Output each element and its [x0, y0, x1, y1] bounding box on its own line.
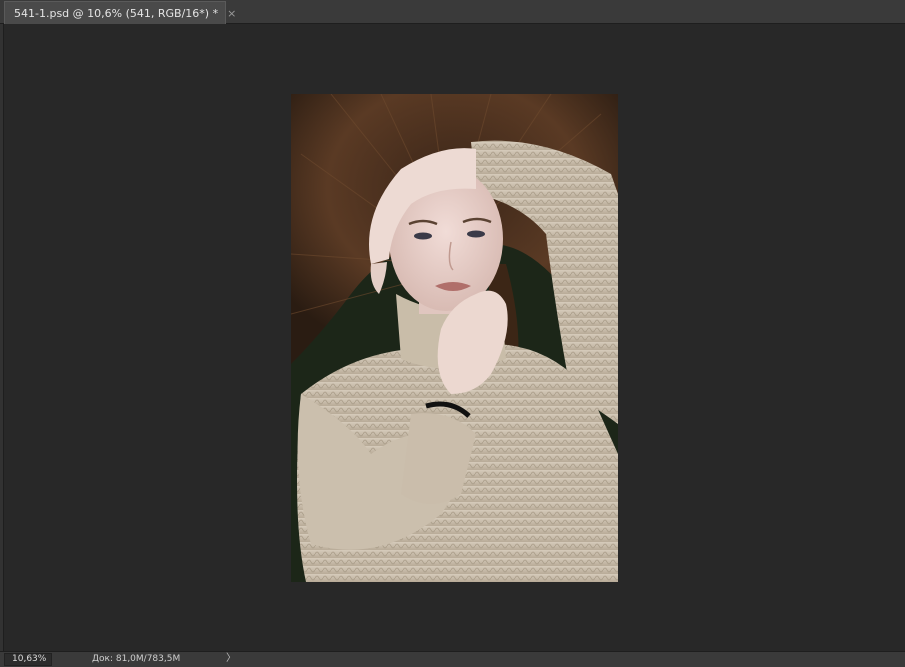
- document-size-info[interactable]: Док: 81,0M/783,5M: [92, 654, 180, 665]
- document-tab-title: 541-1.psd @ 10,6% (541, RGB/16*) *: [14, 6, 219, 20]
- chevron-right-icon[interactable]: 〉: [226, 653, 236, 665]
- canvas-area[interactable]: [4, 24, 905, 651]
- photoshop-window: 541-1.psd @ 10,6% (541, RGB/16*) * × 10,…: [0, 0, 905, 667]
- status-bar: 10,63% Док: 81,0M/783,5M 〉: [0, 651, 905, 667]
- zoom-level-input[interactable]: 10,63%: [4, 653, 52, 666]
- portrait-photo: [291, 94, 618, 582]
- document-canvas[interactable]: [291, 94, 618, 582]
- close-icon[interactable]: ×: [227, 8, 236, 19]
- document-tab-bar: 541-1.psd @ 10,6% (541, RGB/16*) * ×: [0, 0, 905, 24]
- document-tab[interactable]: 541-1.psd @ 10,6% (541, RGB/16*) * ×: [4, 1, 236, 24]
